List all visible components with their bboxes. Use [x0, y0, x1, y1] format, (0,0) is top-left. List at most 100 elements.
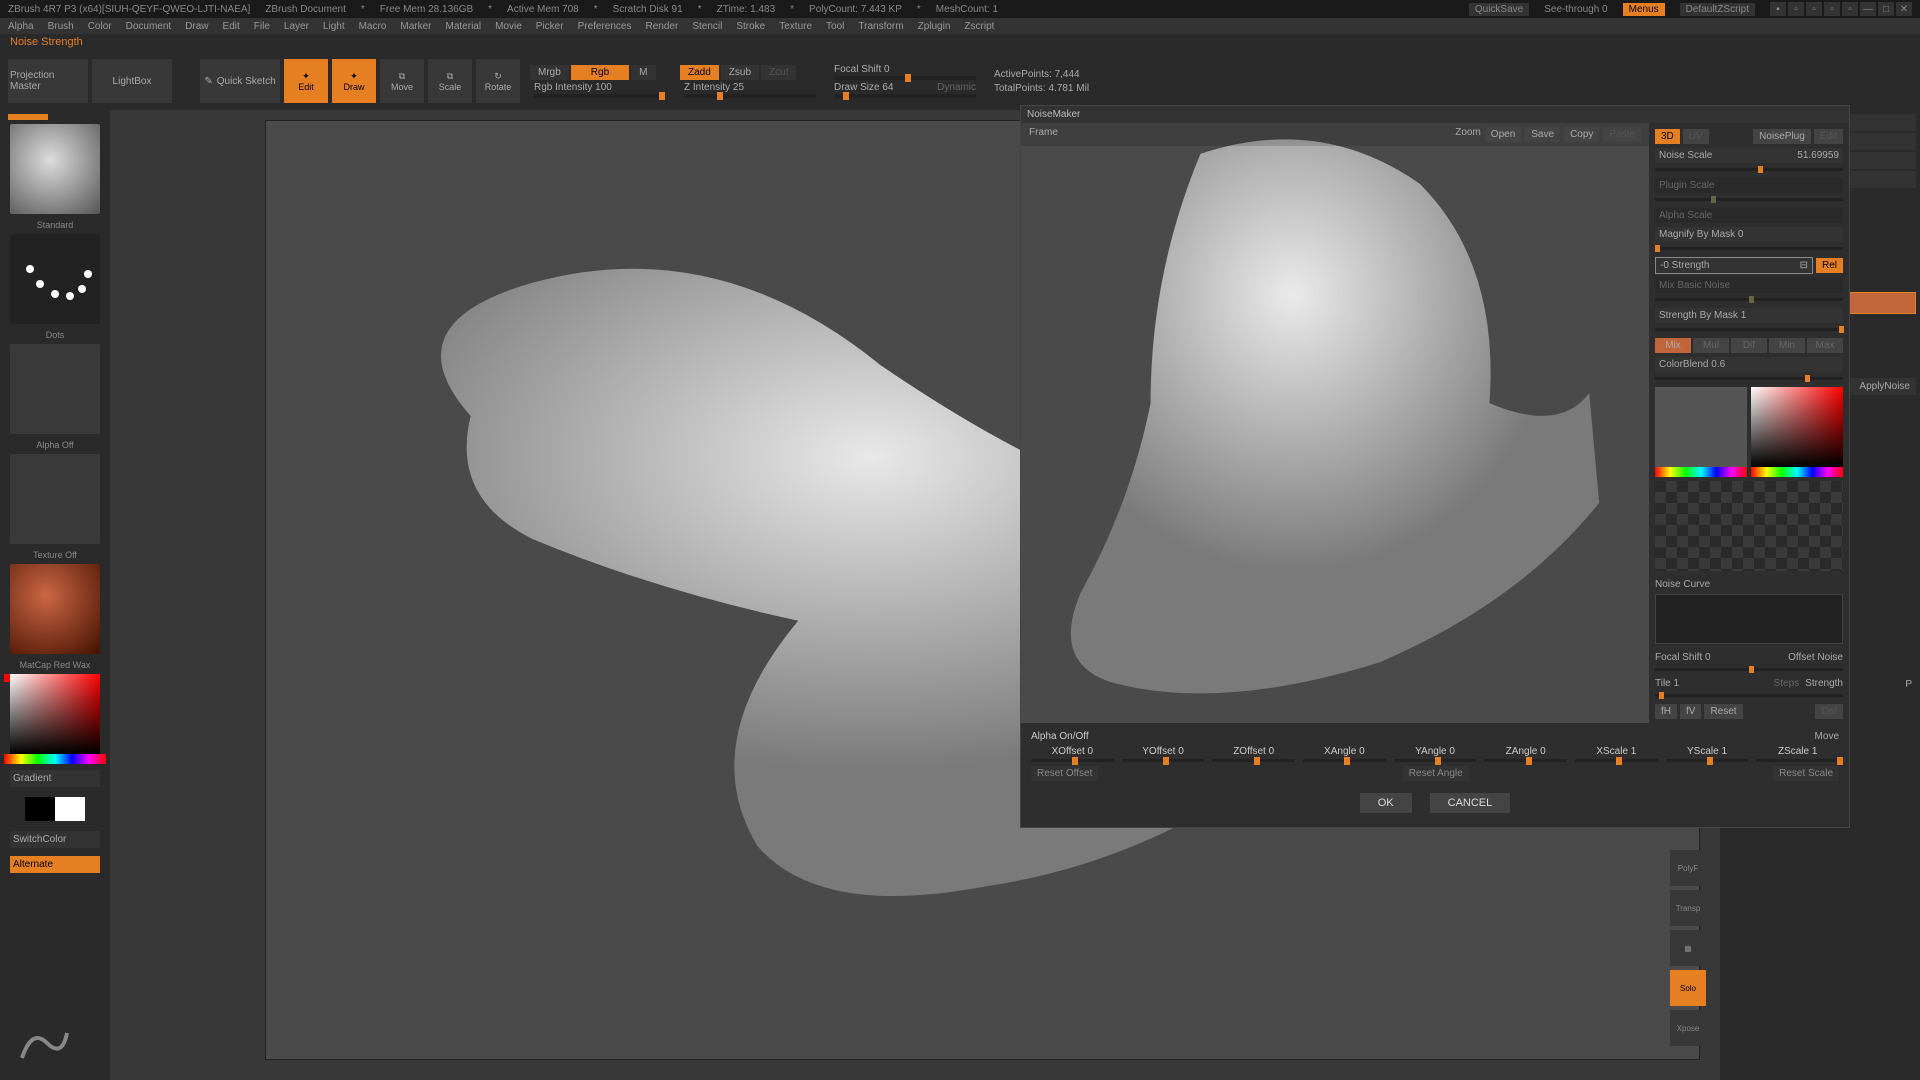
quicksketch-button[interactable]: ✎Quick Sketch: [200, 59, 280, 103]
ghost-icon[interactable]: ▦: [1670, 930, 1706, 966]
yscale-slider[interactable]: YScale 1: [1666, 746, 1749, 762]
min-button[interactable]: Min: [1769, 338, 1805, 353]
win-icon-2[interactable]: ▫: [1788, 2, 1804, 16]
swatch-black[interactable]: [25, 797, 55, 821]
solo-icon[interactable]: Solo: [1670, 970, 1706, 1006]
menu-zplugin[interactable]: Zplugin: [918, 21, 951, 32]
alternate-button[interactable]: Alternate: [10, 856, 100, 873]
win-icon-4[interactable]: ▫: [1824, 2, 1840, 16]
def-button[interactable]: Def: [1815, 704, 1843, 719]
swatches[interactable]: [25, 797, 85, 821]
noiseplug-button[interactable]: NoisePlug: [1753, 129, 1811, 144]
quicksave-button[interactable]: QuickSave: [1469, 3, 1529, 16]
maximize-icon[interactable]: □: [1878, 2, 1894, 16]
menu-layer[interactable]: Layer: [284, 21, 309, 32]
menu-brush[interactable]: Brush: [48, 21, 74, 32]
xscale-slider[interactable]: XScale 1: [1575, 746, 1658, 762]
edit-button-dlg[interactable]: Edit: [1814, 129, 1843, 144]
color-a[interactable]: [1655, 387, 1747, 467]
menu-marker[interactable]: Marker: [400, 21, 431, 32]
projection-master-button[interactable]: Projection Master: [8, 59, 88, 103]
preview-pane[interactable]: Frame Zoom Open Save Copy Paste: [1021, 123, 1649, 723]
menu-draw[interactable]: Draw: [185, 21, 208, 32]
strength-row[interactable]: -0 Strength⊟: [1655, 257, 1813, 274]
xangle-slider[interactable]: XAngle 0: [1303, 746, 1386, 762]
uv-button[interactable]: UV: [1683, 129, 1709, 144]
texture-thumbnail[interactable]: [10, 454, 100, 544]
color-b[interactable]: [1751, 387, 1843, 467]
menu-movie[interactable]: Movie: [495, 21, 522, 32]
lightbox-button[interactable]: LightBox: [92, 59, 172, 103]
z-intensity-slider[interactable]: Z Intensity 25: [680, 82, 820, 98]
offset-noise[interactable]: Offset Noise: [1788, 652, 1843, 663]
dif-button[interactable]: Dif: [1731, 338, 1767, 353]
mix-button[interactable]: Mix: [1655, 338, 1691, 353]
dialog-color-pickers[interactable]: [1655, 387, 1843, 477]
zcut-button[interactable]: Zcut: [761, 65, 796, 80]
paste-button[interactable]: Paste: [1603, 127, 1641, 142]
mrgb-button[interactable]: Mrgb: [530, 65, 569, 80]
menu-transform[interactable]: Transform: [858, 21, 903, 32]
menu-alpha[interactable]: Alpha: [8, 21, 34, 32]
zscale-slider[interactable]: ZScale 1: [1756, 746, 1839, 762]
menu-render[interactable]: Render: [646, 21, 679, 32]
menu-tool[interactable]: Tool: [826, 21, 844, 32]
gradient-button[interactable]: Gradient: [10, 770, 100, 787]
focal-shift-dlg[interactable]: Focal Shift 0: [1655, 652, 1782, 663]
brush-thumbnail[interactable]: [10, 124, 100, 214]
tile-label[interactable]: Tile 1: [1655, 678, 1768, 689]
rgb-button[interactable]: Rgb: [571, 65, 629, 80]
strength-mask-row[interactable]: Strength By Mask 1: [1655, 308, 1843, 323]
reset-offset-button[interactable]: Reset Offset: [1031, 766, 1098, 781]
dialog-header[interactable]: NoiseMaker: [1021, 106, 1849, 123]
fv-button[interactable]: fV: [1680, 704, 1701, 719]
alpha-preview[interactable]: [1655, 481, 1843, 571]
material-thumbnail[interactable]: [10, 564, 100, 654]
max-button[interactable]: Max: [1807, 338, 1843, 353]
win-icon-3[interactable]: ▫: [1806, 2, 1822, 16]
focal-shift-slider[interactable]: Focal Shift 0: [830, 64, 980, 80]
strength-label2[interactable]: Strength: [1805, 678, 1843, 689]
polyf-icon[interactable]: PolyF: [1670, 850, 1706, 886]
noise-curve[interactable]: [1655, 594, 1843, 644]
switchcolor-button[interactable]: SwitchColor: [10, 831, 100, 848]
seethrough-slider[interactable]: See-through 0: [1544, 4, 1607, 15]
copy-button[interactable]: Copy: [1564, 127, 1599, 142]
menus-button[interactable]: Menus: [1623, 3, 1665, 16]
stroke-thumbnail[interactable]: [10, 234, 100, 324]
rotate-button[interactable]: ↻Rotate: [476, 59, 520, 103]
zoom-label[interactable]: Zoom: [1455, 127, 1481, 142]
rel-button[interactable]: Rel: [1816, 258, 1843, 273]
xoffset-slider[interactable]: XOffset 0: [1031, 746, 1114, 762]
win-icon-5[interactable]: ▫: [1842, 2, 1858, 16]
reset-button[interactable]: Reset: [1704, 704, 1742, 719]
save-button[interactable]: Save: [1525, 127, 1560, 142]
close-icon[interactable]: ✕: [1896, 2, 1912, 16]
mul-button[interactable]: Mul: [1693, 338, 1729, 353]
alpha-onoff[interactable]: Alpha On/Off: [1031, 731, 1089, 742]
yangle-slider[interactable]: YAngle 0: [1394, 746, 1477, 762]
reset-scale-button[interactable]: Reset Scale: [1773, 766, 1839, 781]
menu-zscript[interactable]: Zscript: [964, 21, 994, 32]
ok-button[interactable]: OK: [1360, 793, 1412, 813]
xpose-icon[interactable]: Xpose: [1670, 1010, 1706, 1046]
colorblend-row[interactable]: ColorBlend 0.6: [1655, 357, 1843, 372]
menu-preferences[interactable]: Preferences: [578, 21, 632, 32]
noise-scale-row[interactable]: Noise Scale51.69959: [1655, 148, 1843, 163]
menu-light[interactable]: Light: [323, 21, 345, 32]
zsub-button[interactable]: Zsub: [721, 65, 759, 80]
reset-angle-button[interactable]: Reset Angle: [1403, 766, 1469, 781]
zadd-button[interactable]: Zadd: [680, 65, 719, 80]
m-button[interactable]: M: [631, 65, 655, 80]
win-icon-1[interactable]: ▪: [1770, 2, 1786, 16]
menu-color[interactable]: Color: [88, 21, 112, 32]
draw-button[interactable]: ✦Draw: [332, 59, 376, 103]
steps-label[interactable]: Steps: [1774, 678, 1800, 689]
menu-texture[interactable]: Texture: [779, 21, 812, 32]
panel-handle[interactable]: [8, 114, 48, 120]
fh-button[interactable]: fH: [1655, 704, 1677, 719]
minimize-icon[interactable]: —: [1860, 2, 1876, 16]
edit-button[interactable]: ✦Edit: [284, 59, 328, 103]
draw-size-slider[interactable]: Draw Size 64 Dynamic: [830, 82, 980, 98]
defaultscript-button[interactable]: DefaultZScript: [1680, 3, 1755, 16]
